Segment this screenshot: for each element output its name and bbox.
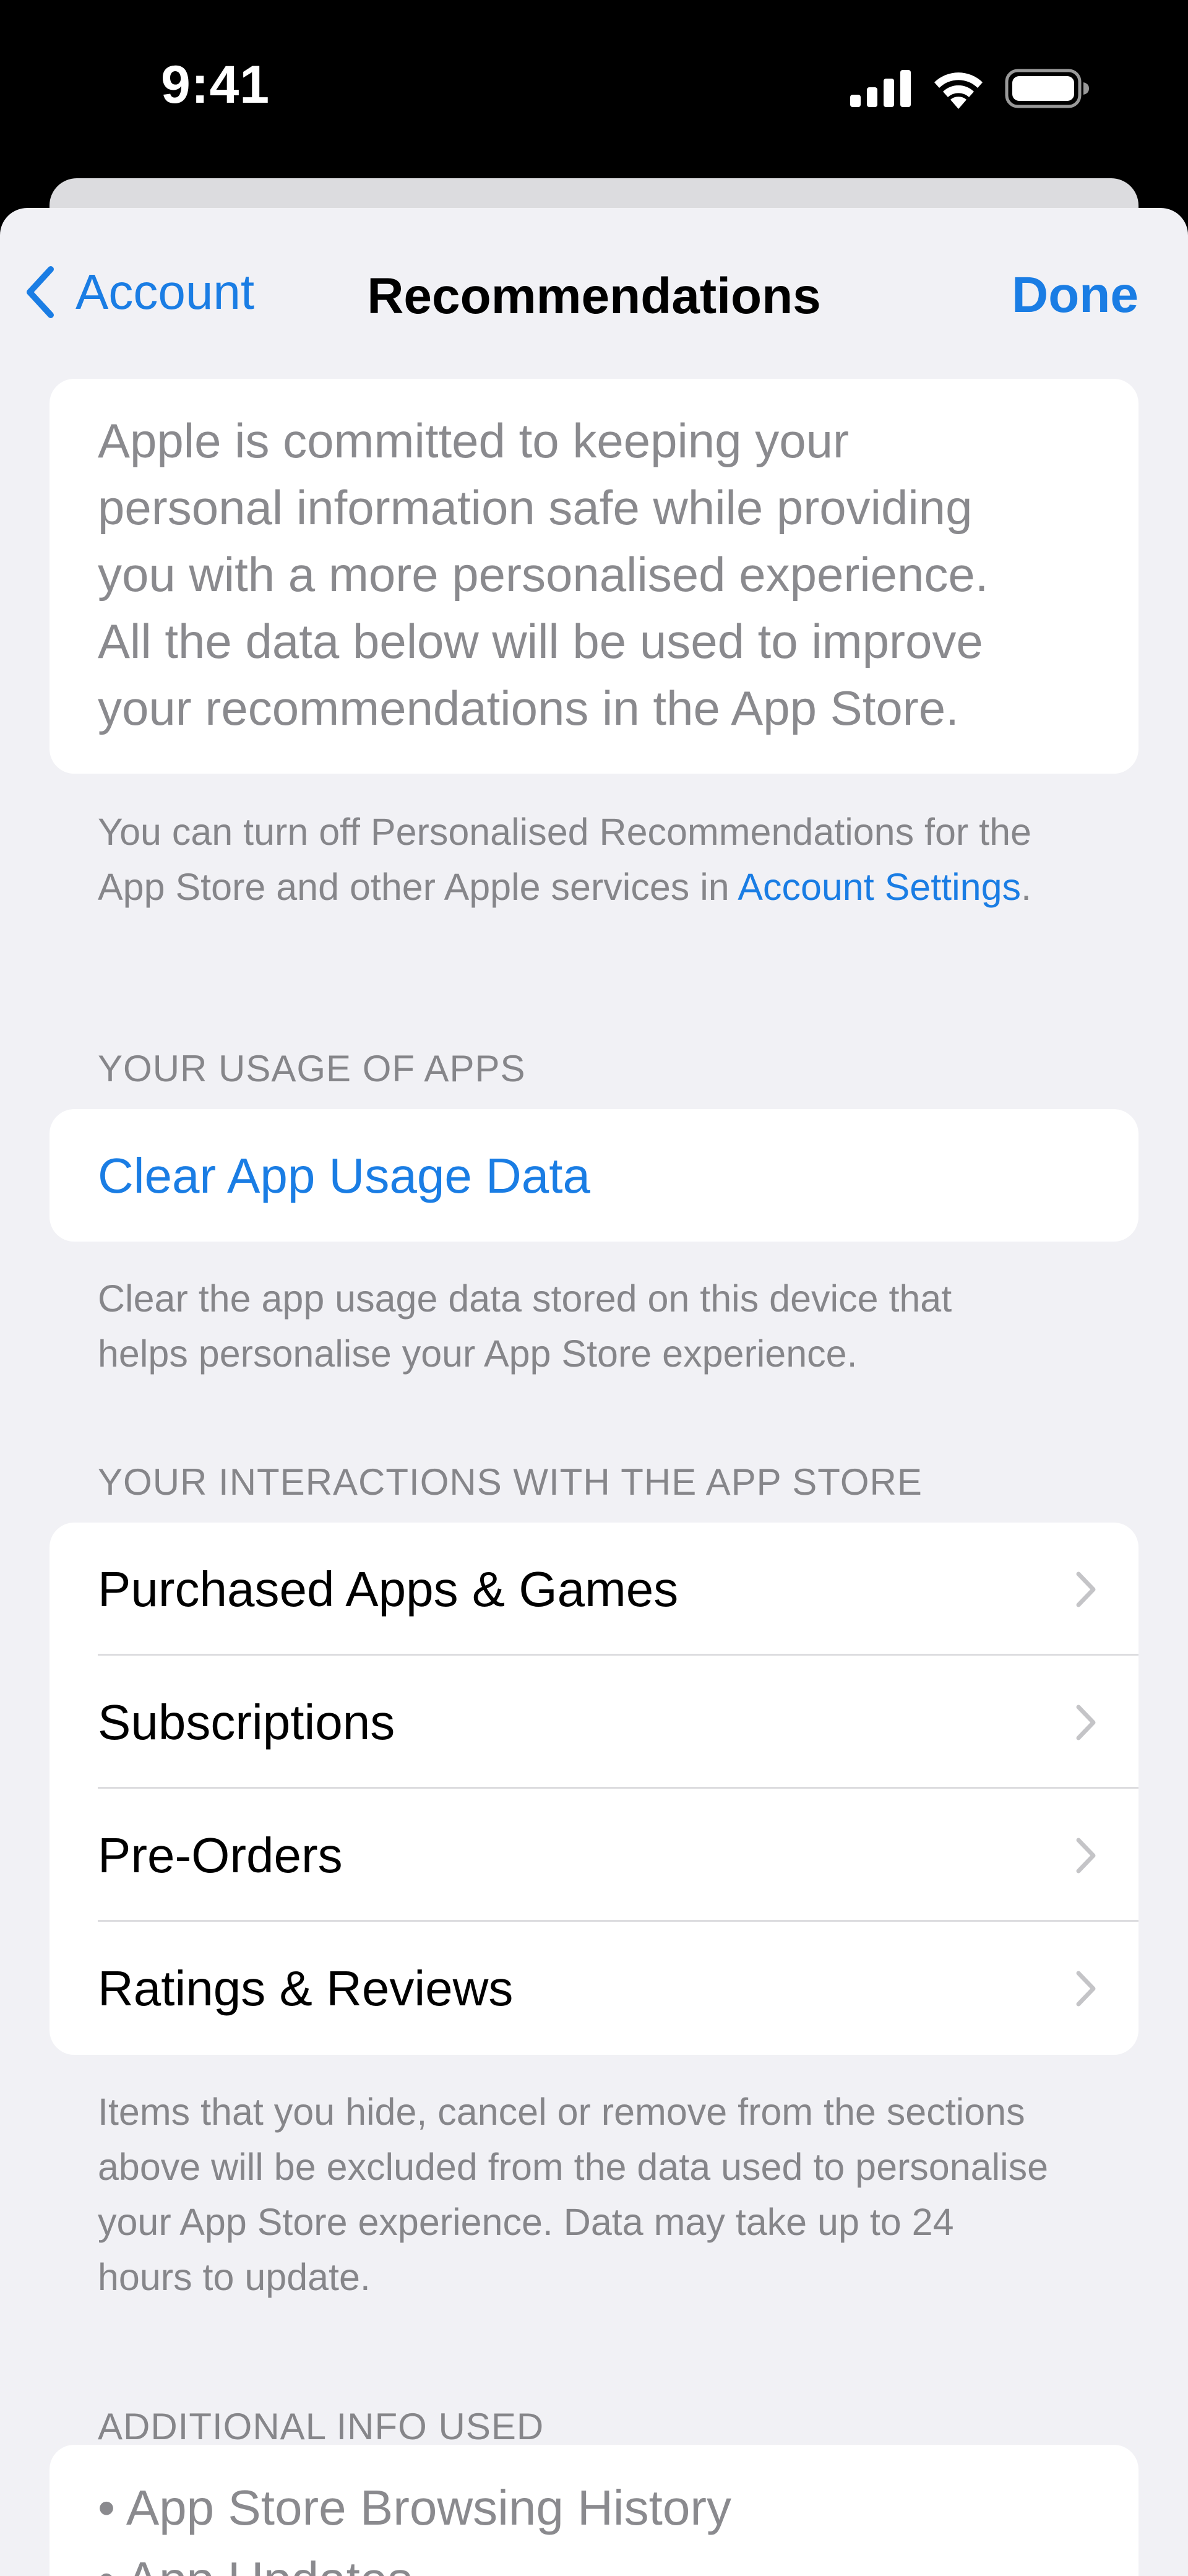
list-item-subscriptions[interactable]: Subscriptions [50,1656,1138,1789]
intro-line: you with a more personalised experience. [98,547,989,602]
list-item-label: Purchased Apps & Games [98,1562,679,1617]
clear-usage-card: Clear App Usage Data [50,1109,1138,1242]
intro-card: Apple is committed to keeping your perso… [50,379,1138,774]
recommendations-sheet: Account Recommendations Done Apple is co… [0,208,1188,2576]
account-settings-link[interactable]: Account Settings [738,866,1021,908]
list-item-pre-orders[interactable]: Pre-Orders [50,1789,1138,1922]
list-item-label: Pre-Orders [98,1828,343,1883]
battery-icon [1005,69,1089,108]
page-title: Recommendations [367,268,821,324]
info-item: • App Store Browsing History [98,2480,731,2535]
interactions-list: Purchased Apps & Games Subscriptions Pre… [50,1523,1138,2055]
turn-off-note-line: You can turn off Personalised Recommenda… [98,811,1031,853]
cellular-signal-icon [850,70,911,107]
intro-text: Apple is committed to keeping your perso… [98,407,1100,741]
chevron-right-icon [1076,1971,1096,2007]
chevron-right-icon [1076,1571,1096,1607]
interactions-section-footer: Items that you hide, cancel or remove fr… [98,2085,1137,2305]
navigation-bar: Account Recommendations Done [0,208,1188,375]
chevron-right-icon [1076,1705,1096,1740]
turn-off-note-period: . [1021,866,1031,908]
clear-app-usage-data-button[interactable]: Clear App Usage Data [98,1148,590,1204]
list-item-label: Ratings & Reviews [98,1961,514,2016]
section-header-interactions: YOUR INTERACTIONS WITH THE APP STORE [98,1461,923,1503]
list-item-label: Subscriptions [98,1695,395,1750]
intro-line: personal information safe while providin… [98,480,973,535]
info-item: • App Updates [98,2551,412,2576]
done-button[interactable]: Done [1012,266,1138,324]
interactions-footer-line: Items that you hide, cancel or remove fr… [98,2091,1025,2133]
intro-line: Apple is committed to keeping your [98,413,849,468]
interactions-footer-line: your App Store experience. Data may take… [98,2201,954,2243]
additional-info-card: • App Store Browsing History • App Updat… [50,2445,1138,2576]
section-header-additional-info: ADDITIONAL INFO USED [98,2406,544,2447]
interactions-footer-line: above will be excluded from the data use… [98,2146,1049,2188]
chevron-right-icon [1076,1838,1096,1874]
turn-off-note: You can turn off Personalised Recommenda… [98,805,1137,915]
usage-footer-line: Clear the app usage data stored on this … [98,1277,952,1320]
intro-line: All the data below will be used to impro… [98,614,983,668]
wifi-icon [934,72,983,109]
status-time: 9:41 [161,55,270,115]
usage-footer-line: helps personalise your App Store experie… [98,1333,858,1375]
interactions-footer-line: hours to update. [98,2256,371,2298]
intro-line: your recommendations in the App Store. [98,681,959,735]
section-header-usage: YOUR USAGE OF APPS [98,1048,526,1089]
turn-off-note-text: App Store and other Apple services in [98,866,738,908]
status-icons [850,67,1089,110]
turn-off-note-line: App Store and other Apple services in Ac… [98,860,1137,915]
list-item-ratings-reviews[interactable]: Ratings & Reviews [50,1922,1138,2055]
status-bar: 9:41 [0,0,1188,179]
list-item-purchased-apps-games[interactable]: Purchased Apps & Games [50,1523,1138,1656]
usage-section-footer: Clear the app usage data stored on this … [98,1271,1137,1381]
